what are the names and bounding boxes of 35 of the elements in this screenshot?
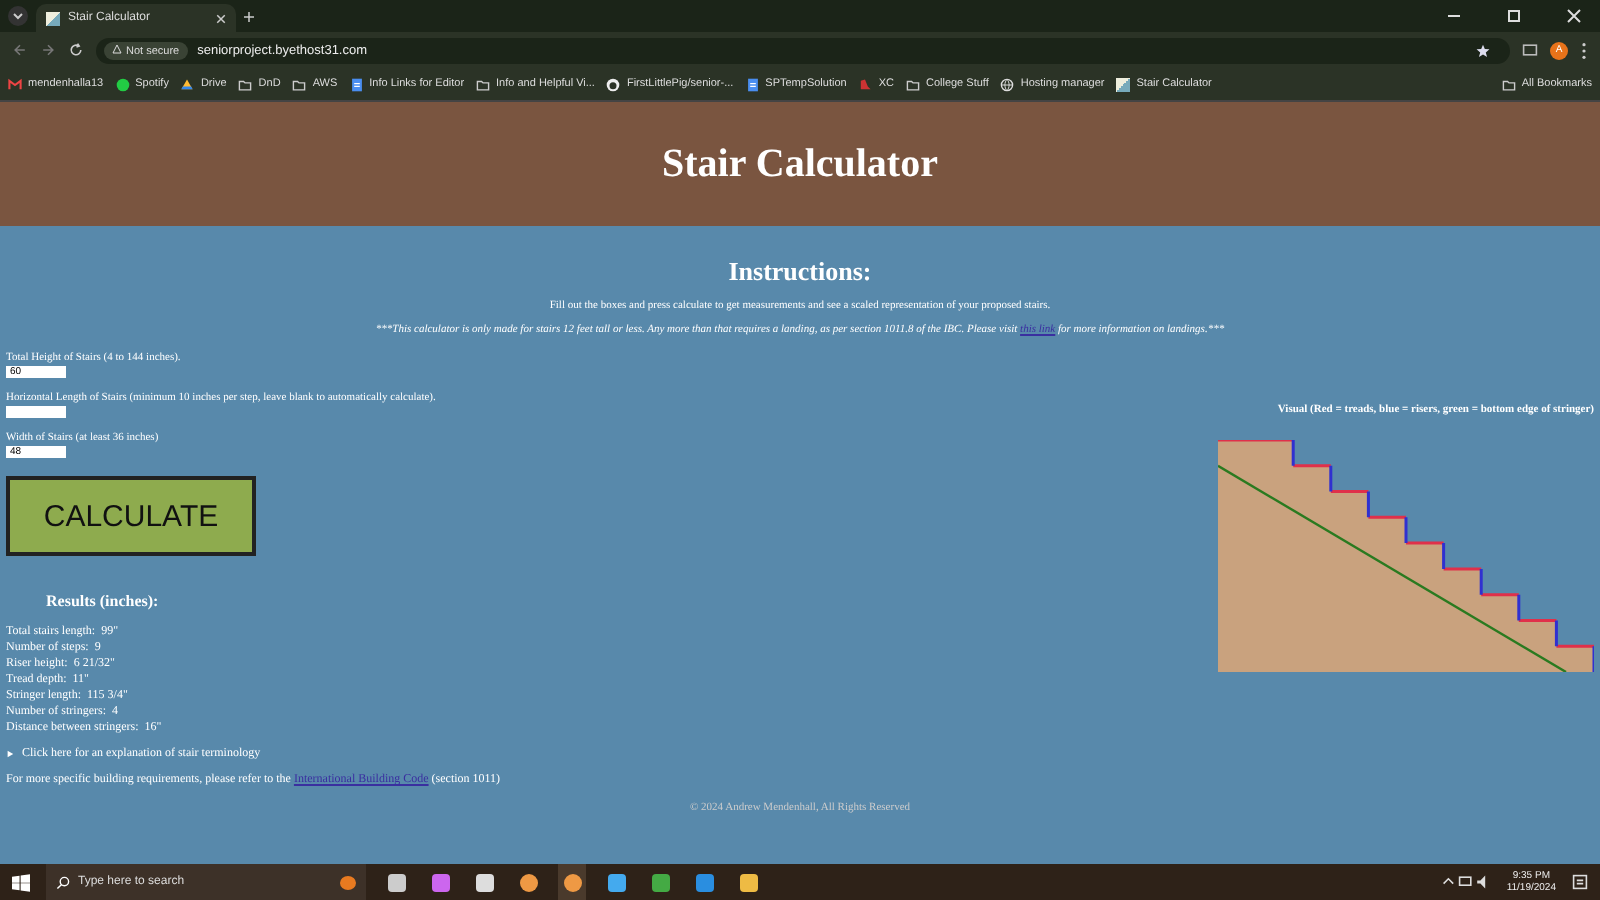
- circle-icon: [115, 77, 130, 91]
- forward-icon[interactable]: [40, 42, 56, 58]
- document-icon: [349, 77, 364, 91]
- reload-icon[interactable]: [68, 42, 84, 58]
- page-icon: [1116, 77, 1131, 91]
- chevron-icon[interactable]: [8, 6, 28, 26]
- restore-icon[interactable]: [1504, 6, 1524, 26]
- new-tab-icon[interactable]: [244, 11, 254, 21]
- close-icon[interactable]: [216, 13, 226, 23]
- folder-icon: [1501, 77, 1516, 91]
- folder-icon: [292, 77, 307, 91]
- mail-icon: [8, 77, 22, 91]
- extension-icon[interactable]: [1522, 42, 1538, 58]
- menu-icon[interactable]: [1580, 41, 1588, 59]
- star-icon[interactable]: [1476, 43, 1490, 57]
- folder-icon: [238, 77, 253, 91]
- search-icon: [56, 875, 70, 889]
- document-icon: [745, 77, 760, 91]
- results-heading: Results (inches):: [46, 592, 159, 610]
- warning-icon: [112, 43, 122, 53]
- close-icon[interactable]: [1564, 6, 1584, 26]
- folder-icon: [476, 77, 491, 91]
- system-tray-icons[interactable]: [1442, 874, 1491, 890]
- folder-icon: [905, 77, 920, 91]
- page-icon: [46, 11, 60, 25]
- notification-icon[interactable]: [1572, 874, 1588, 890]
- windows-start-icon[interactable]: [12, 873, 30, 891]
- globe-icon: [1000, 77, 1015, 91]
- calculate-button[interactable]: CALCULATE: [6, 476, 256, 556]
- disclosure-triangle-icon: [6, 750, 14, 758]
- input-field[interactable]: [6, 406, 66, 418]
- instructions-heading: Instructions:: [726, 256, 874, 288]
- back-icon[interactable]: [12, 42, 28, 58]
- page-title: Stair Calculator: [662, 141, 938, 187]
- triangle-icon: [180, 77, 195, 91]
